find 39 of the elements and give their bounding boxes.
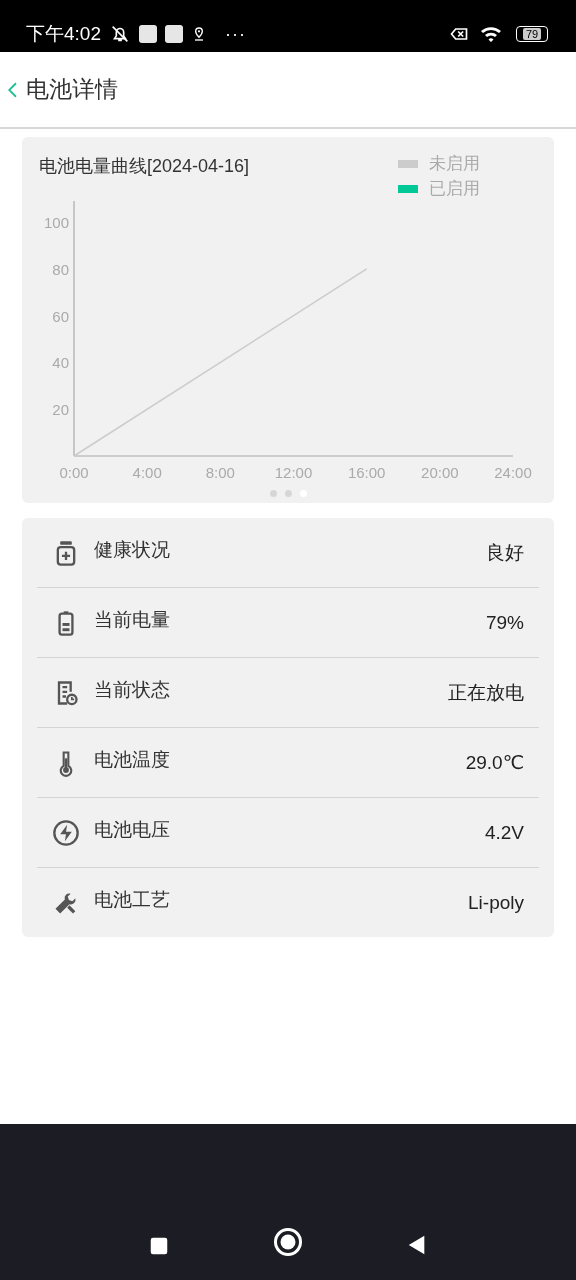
y-tick-label: 100	[43, 214, 69, 232]
x-tick-label: 0:00	[59, 464, 89, 481]
home-button[interactable]	[273, 1227, 303, 1257]
lightning-icon	[52, 818, 80, 847]
x-tick-label: 24:00	[494, 464, 532, 481]
x-tick-label: 20:00	[421, 464, 459, 481]
info-label: 当前电量	[94, 607, 171, 632]
clock-time: 下午4:02	[26, 22, 101, 46]
info-label: 电池温度	[94, 747, 171, 772]
info-value: 29.0℃	[465, 751, 524, 774]
info-label: 电池工艺	[94, 887, 171, 912]
chart-title: 电池电量曲线[2024-04-16]	[39, 155, 250, 178]
page-title: 电池详情	[26, 75, 118, 104]
x-tick-label: 16:00	[347, 464, 386, 481]
x-tick-label: 8:00	[205, 464, 235, 481]
info-value: 正在放电	[448, 680, 524, 705]
notification-icon	[139, 25, 157, 43]
info-label: 电池电压	[94, 817, 171, 842]
info-value: Li-poly	[468, 891, 524, 914]
info-label: 当前状态	[94, 677, 171, 702]
notification-icon	[165, 25, 183, 43]
recents-button[interactable]	[148, 1235, 170, 1257]
legend-label: 未启用	[429, 153, 480, 175]
more-icon: ···	[225, 23, 246, 45]
y-tick-label: 60	[52, 307, 69, 325]
y-tick-label: 20	[52, 401, 69, 419]
info-value: 4.2V	[484, 821, 524, 844]
info-value: 79%	[485, 611, 524, 634]
battery-percent: 79	[522, 28, 542, 40]
legend-label: 已启用	[429, 178, 480, 200]
x-tick-label: 4:00	[132, 464, 162, 481]
page-dot[interactable]	[269, 490, 277, 497]
info-value: 良好	[486, 540, 524, 565]
page-dot[interactable]	[284, 490, 292, 497]
mute-icon	[109, 23, 131, 45]
y-tick-label: 40	[52, 354, 69, 372]
info-label: 健康状况	[94, 537, 171, 562]
y-tick-label: 80	[52, 260, 69, 278]
x-tick-label: 12:00	[274, 464, 313, 481]
